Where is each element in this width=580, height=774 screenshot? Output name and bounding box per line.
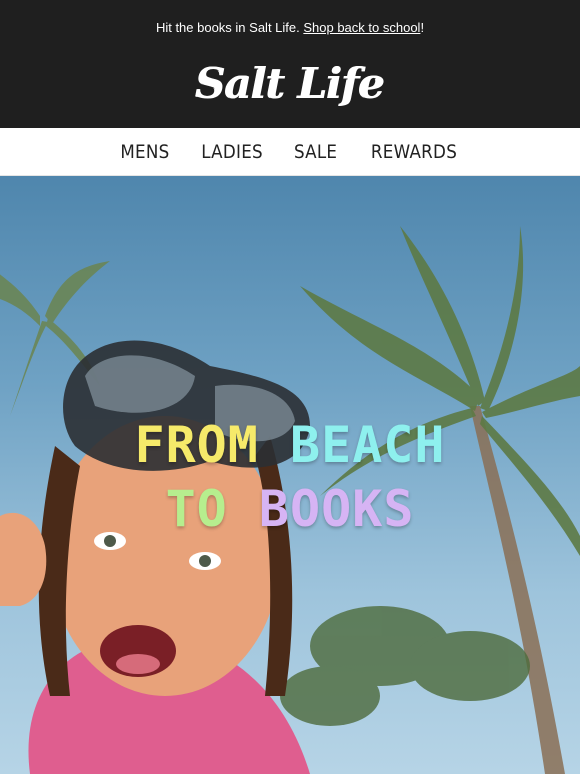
promo-text: Hit the books in Salt Life. bbox=[155, 20, 304, 35]
nav-item-sale[interactable]: SALE bbox=[294, 141, 337, 163]
nav-item-ladies[interactable]: LADIES bbox=[202, 141, 264, 163]
email-header: Hit the books in Salt Life. Shop back to… bbox=[0, 0, 580, 128]
salt-life-logo[interactable]: Salt Life bbox=[0, 58, 580, 110]
headline-to: TO bbox=[165, 480, 228, 538]
headline-from: FROM bbox=[134, 416, 259, 474]
headline-beach: BEACH bbox=[290, 416, 446, 474]
headline-line-1: FROM BEACH bbox=[0, 416, 580, 474]
hero-banner[interactable]: FROM BEACH TO BOOKS bbox=[0, 176, 580, 774]
headline-line-2: TO BOOKS bbox=[0, 480, 580, 538]
main-nav: MENS LADIES SALE REWARDS bbox=[0, 128, 580, 176]
shop-back-to-school-link[interactable]: Shop back to school bbox=[303, 20, 420, 35]
promo-end: ! bbox=[420, 20, 425, 35]
hero-image bbox=[0, 226, 580, 774]
promo-bar: Hit the books in Salt Life. Shop back to… bbox=[0, 19, 580, 37]
nav-item-rewards[interactable]: REWARDS bbox=[371, 141, 457, 163]
headline-books: BOOKS bbox=[258, 480, 415, 538]
nav-item-mens[interactable]: MENS bbox=[121, 141, 170, 163]
